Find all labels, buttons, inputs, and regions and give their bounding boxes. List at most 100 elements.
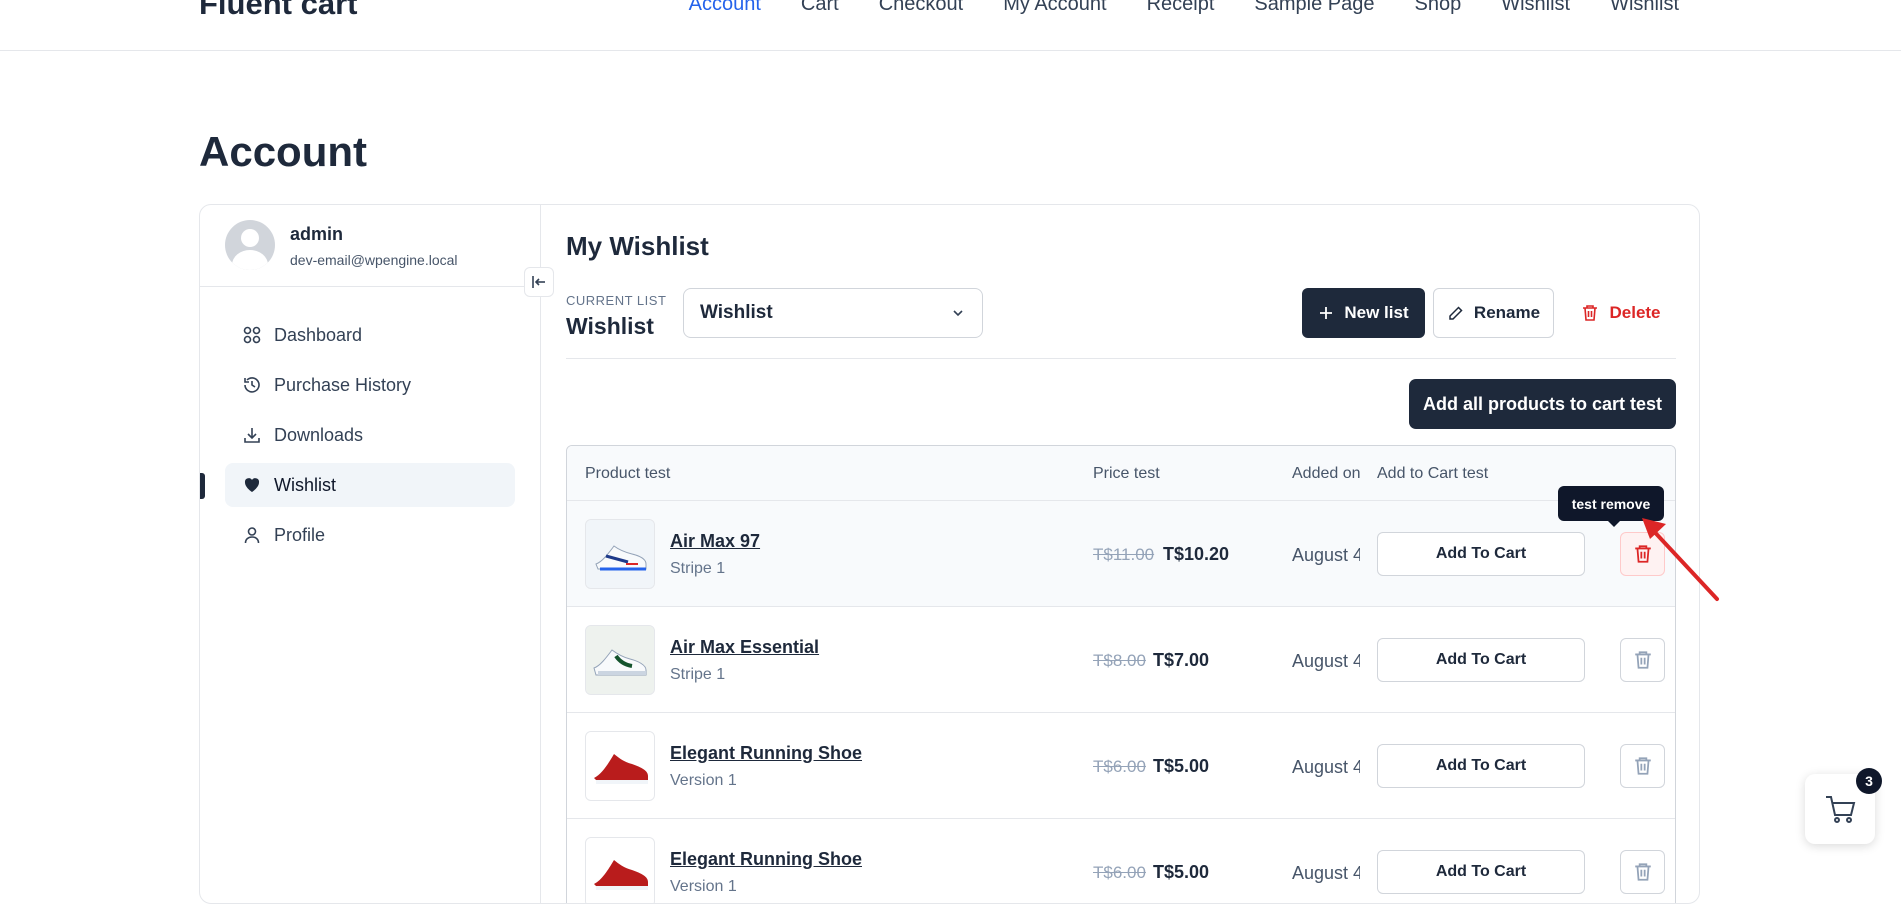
sidebar-item-label: Downloads (274, 424, 364, 445)
old-price: T$8.00 (1093, 651, 1146, 670)
new-list-button[interactable]: New list (1302, 288, 1425, 338)
page-title: Account (199, 128, 367, 175)
add-to-cart-button[interactable]: Add To Cart (1377, 850, 1585, 894)
add-all-to-cart-button[interactable]: Add all products to cart test (1409, 379, 1676, 429)
col-add-to-cart: Add to Cart test (1377, 465, 1489, 482)
col-added: Added on (1292, 465, 1360, 482)
col-product: Product test (585, 465, 671, 482)
rename-button[interactable]: Rename (1433, 288, 1554, 338)
added-date: August 4 (1292, 651, 1360, 671)
old-price: T$11.00 (1093, 545, 1155, 564)
nav-account[interactable]: Account (689, 0, 761, 16)
old-price: T$6.00 (1093, 863, 1146, 882)
active-indicator (200, 473, 205, 499)
current-price: T$5.00 (1153, 862, 1210, 882)
product-thumbnail[interactable] (585, 519, 655, 589)
shoe-image-icon (586, 626, 654, 694)
current-list-label: CURRENT LIST (566, 293, 667, 308)
user-summary: admin dev-email@wpengine.local (200, 205, 541, 287)
product-name-link[interactable]: Air Max 97 (670, 531, 760, 552)
site-logo[interactable]: Fluent cart (199, 0, 357, 22)
sidebar-item-label: Purchase History (274, 374, 412, 395)
sidebar-item-purchase-history[interactable]: Purchase History (225, 363, 515, 407)
wishlist-select-value: Wishlist (700, 302, 773, 323)
nav-wishlist[interactable]: Wishlist (1501, 0, 1570, 16)
delete-list-button[interactable]: Delete (1566, 288, 1676, 338)
product-variant: Version 1 (670, 878, 737, 895)
cart-count-badge: 3 (1856, 768, 1882, 794)
sidebar-item-profile[interactable]: Profile (225, 513, 515, 557)
table-row: Elegant Running Shoe Version 1 T$6.00 T$… (567, 713, 1675, 819)
current-price: T$7.00 (1153, 650, 1210, 670)
nav-checkout[interactable]: Checkout (879, 0, 964, 16)
sidebar-item-wishlist[interactable]: Wishlist (225, 463, 515, 507)
table-row: Elegant Running Shoe Version 1 T$6.00 T$… (567, 819, 1675, 903)
shoe-image-icon (586, 838, 654, 903)
sidebar-item-label: Profile (274, 524, 326, 545)
product-name-link[interactable]: Elegant Running Shoe (670, 849, 862, 870)
main-nav: Account Cart Checkout My Account Receipt… (689, 0, 1679, 16)
heart-icon (244, 478, 260, 492)
current-price: T$10.20 (1163, 544, 1230, 564)
product-thumbnail[interactable] (585, 625, 655, 695)
product-thumbnail[interactable] (585, 837, 655, 903)
table-row: Air Max 97 Stripe 1 T$11.00 T$10.20 Augu… (567, 501, 1675, 607)
trash-icon (1634, 863, 1651, 881)
trash-icon (1583, 305, 1598, 321)
remove-item-button[interactable] (1620, 850, 1665, 894)
collapse-sidebar-button[interactable] (524, 267, 554, 297)
table-header: Product test Price test Added on Add to … (567, 446, 1675, 501)
divider (566, 358, 1676, 359)
remove-item-button[interactable] (1620, 744, 1665, 788)
account-card: admin dev-email@wpengine.local Dashboard… (199, 204, 1700, 904)
current-price: T$5.00 (1153, 756, 1210, 776)
product-name-link[interactable]: Air Max Essential (670, 637, 819, 658)
avatar (225, 220, 275, 270)
add-to-cart-button[interactable]: Add To Cart (1377, 532, 1585, 576)
account-sidebar: admin dev-email@wpengine.local Dashboard… (200, 205, 541, 903)
trash-icon (1634, 651, 1651, 669)
trash-icon (1634, 757, 1651, 775)
sidebar-item-dashboard[interactable]: Dashboard (225, 313, 515, 357)
old-price: T$6.00 (1093, 757, 1146, 776)
nav-receipt[interactable]: Receipt (1147, 0, 1215, 16)
pencil-icon (1449, 305, 1463, 320)
plus-icon (1320, 307, 1333, 319)
user-email: dev-email@wpengine.local (290, 252, 458, 268)
wishlist-table: Product test Price test Added on Add to … (566, 445, 1676, 903)
new-list-label: New list (1344, 303, 1409, 322)
nav-wishlist-2[interactable]: Wishlist (1610, 0, 1679, 16)
history-icon (244, 377, 260, 393)
download-icon (244, 428, 260, 443)
shoe-image-icon (586, 732, 654, 800)
sidebar-item-label: Dashboard (274, 324, 363, 345)
shoe-image-icon (586, 520, 654, 588)
product-variant: Stripe 1 (670, 560, 726, 577)
product-thumbnail[interactable] (585, 731, 655, 801)
sidebar-menu: Dashboard Purchase History Downloads Wis… (225, 313, 515, 563)
site-header: Fluent cart Account Cart Checkout My Acc… (0, 0, 1901, 51)
annotation-arrow-icon (1642, 518, 1719, 601)
add-to-cart-button[interactable]: Add To Cart (1377, 638, 1585, 682)
added-date: August 4 (1292, 757, 1360, 777)
wishlist-select[interactable]: Wishlist (683, 288, 983, 338)
nav-sample-page[interactable]: Sample Page (1254, 0, 1374, 16)
current-list-name: Wishlist (566, 313, 654, 339)
product-variant: Stripe 1 (670, 666, 726, 683)
nav-cart[interactable]: Cart (801, 0, 839, 16)
wishlist-panel: My Wishlist CURRENT LIST Wishlist Wishli… (566, 205, 1676, 903)
cart-icon (1826, 796, 1856, 823)
product-name-link[interactable]: Elegant Running Shoe (670, 743, 862, 764)
sidebar-item-label: Wishlist (274, 474, 336, 495)
nav-my-account[interactable]: My Account (1003, 0, 1106, 16)
sidebar-item-downloads[interactable]: Downloads (225, 413, 515, 457)
delete-label: Delete (1609, 303, 1661, 322)
nav-shop[interactable]: Shop (1415, 0, 1462, 16)
remove-item-button[interactable] (1620, 638, 1665, 682)
chevron-down-icon (953, 310, 963, 317)
add-to-cart-button[interactable]: Add To Cart (1377, 744, 1585, 788)
col-price: Price test (1093, 465, 1160, 482)
product-variant: Version 1 (670, 772, 737, 789)
wishlist-title: My Wishlist (566, 231, 709, 261)
added-date: August 4 (1292, 863, 1360, 883)
